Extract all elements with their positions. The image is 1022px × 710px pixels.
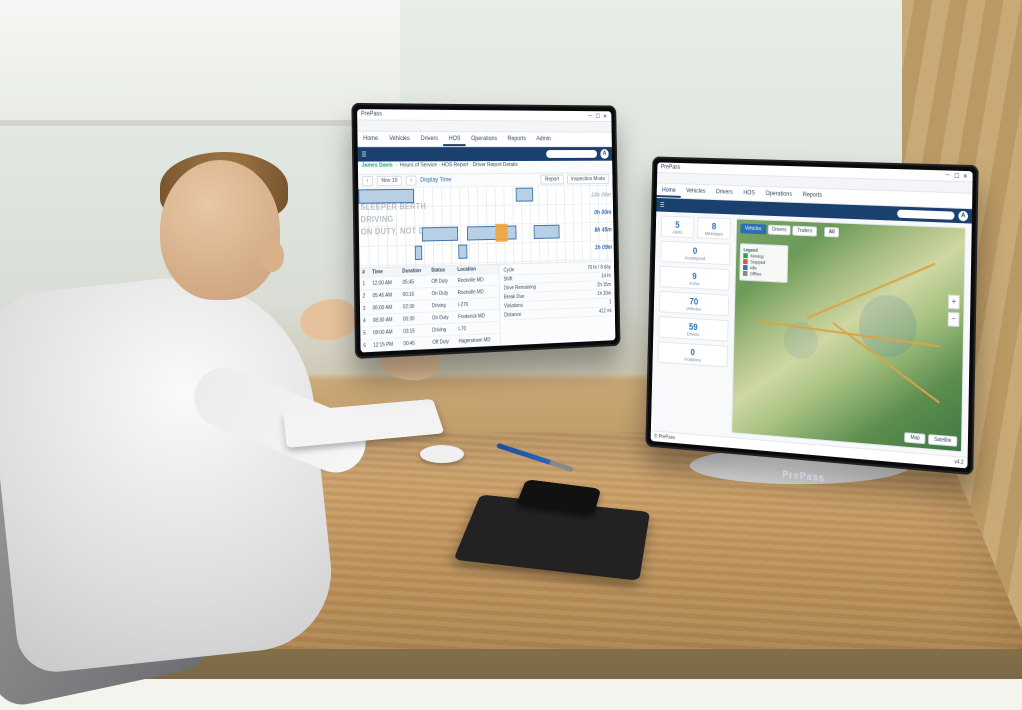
mouse: [420, 445, 465, 463]
stat-card[interactable]: 70Vehicles: [659, 291, 729, 316]
maximize-icon: ☐: [954, 173, 960, 179]
stat-card[interactable]: 9Active: [660, 266, 730, 291]
search-input[interactable]: [546, 150, 597, 158]
person: [0, 120, 340, 680]
events-table[interactable]: #TimeDurationStatusLocation112:00 AM05:4…: [359, 265, 500, 353]
tab-reports[interactable]: Reports: [502, 134, 531, 146]
map-panel[interactable]: VehiclesDriversTrailers All Legend Moving…: [731, 218, 966, 452]
dashboard-body: 5Alerts8Messages0Unassigned9Active70Vehi…: [651, 211, 972, 457]
hos-total: 0h 00m: [581, 204, 611, 222]
inspection-button[interactable]: Inspection Mode: [567, 174, 610, 184]
prev-day-button[interactable]: ‹: [362, 176, 373, 186]
stat-card[interactable]: 0Unassigned: [660, 241, 730, 266]
hos-bars: [358, 185, 580, 268]
tab-admin[interactable]: Admin: [531, 134, 556, 146]
window-frame: [0, 0, 400, 126]
browser-address-bar[interactable]: [357, 120, 611, 132]
stat-card[interactable]: 0Violations: [658, 341, 728, 367]
footer-version: v4.2: [954, 459, 963, 466]
tab-hos[interactable]: HOS: [738, 188, 760, 201]
tab-home[interactable]: Home: [657, 185, 681, 197]
map-filter-all[interactable]: All: [824, 227, 839, 238]
zoom-out-button[interactable]: −: [948, 312, 960, 327]
map-tab-drivers[interactable]: Drivers: [768, 225, 791, 236]
map-view-button[interactable]: Map: [905, 432, 926, 444]
stat-card[interactable]: 8Messages: [697, 217, 731, 240]
tab-hos[interactable]: HOS: [443, 134, 466, 146]
maximize-icon: ☐: [595, 113, 600, 119]
events-panel: #TimeDurationStatusLocation112:00 AM05:4…: [359, 260, 615, 352]
hos-app: PrePass ─☐✕ HomeVehiclesDriversHOSOperat…: [357, 109, 615, 352]
close-icon: ✕: [603, 113, 608, 119]
breadcrumb-driver[interactable]: James Davis: [362, 162, 393, 168]
display-mode[interactable]: Display Time: [420, 177, 451, 183]
hos-total: 1h 09m: [582, 239, 612, 257]
app-title: PrePass: [361, 111, 382, 117]
map-legend: Legend MovingStoppedIdleOffline: [739, 243, 788, 283]
app-header-bar: ☰ A: [358, 147, 612, 161]
minimize-icon: ─: [588, 113, 593, 119]
footer-copyright: © PrePass: [654, 433, 675, 441]
app-title: PrePass: [661, 164, 681, 170]
window-controls[interactable]: ─☐✕: [588, 113, 608, 119]
tab-operations[interactable]: Operations: [466, 134, 503, 146]
breadcrumb-path: Hours of Service · HOS Report · Driver R…: [400, 162, 518, 169]
stat-card[interactable]: 5Alerts: [661, 216, 694, 239]
window-controls[interactable]: ─☐✕: [946, 172, 969, 179]
tab-drivers[interactable]: Drivers: [711, 187, 739, 200]
zoom-in-button[interactable]: +: [948, 294, 960, 309]
hos-chart: OFF DUTYSLEEPER BERTHDRIVINGON DUTY, NOT…: [358, 185, 614, 268]
tab-home[interactable]: Home: [357, 134, 383, 146]
menu-icon[interactable]: ☰: [660, 201, 665, 208]
date-label[interactable]: Nov 19: [377, 176, 403, 186]
fleet-dashboard-app: PrePass ─☐✕ HomeVehiclesDriversHOSOperat…: [651, 162, 973, 468]
hos-total: 8h 45m: [581, 222, 611, 240]
hos-total: 14h 06m: [581, 187, 611, 205]
report-button[interactable]: Report: [541, 175, 564, 185]
summary-panel: Cycle70 hr / 8 dayShift14 hrDrive Remain…: [499, 261, 615, 345]
next-day-button[interactable]: ›: [406, 176, 417, 186]
close-icon: ✕: [963, 173, 969, 179]
left-monitor: PrePass ─☐✕ HomeVehiclesDriversHOSOperat…: [351, 103, 620, 359]
nav-tabs[interactable]: HomeVehiclesDriversHOSOperationsReportsA…: [357, 132, 611, 147]
col-header[interactable]: #: [359, 268, 369, 277]
map-tab-trailers[interactable]: Trailers: [793, 226, 817, 237]
stat-card[interactable]: 59Drivers: [658, 316, 728, 342]
minimize-icon: ─: [946, 172, 952, 178]
stat-cards: 5Alerts8Messages0Unassigned9Active70Vehi…: [656, 216, 731, 433]
tab-reports[interactable]: Reports: [797, 190, 827, 203]
right-monitor: PrePass ─☐✕ HomeVehiclesDriversHOSOperat…: [645, 156, 978, 475]
user-avatar[interactable]: A: [958, 211, 968, 222]
menu-icon[interactable]: ☰: [361, 151, 366, 158]
tab-vehicles[interactable]: Vehicles: [681, 186, 711, 199]
map-tab-vehicles[interactable]: Vehicles: [740, 224, 766, 235]
tab-operations[interactable]: Operations: [760, 189, 797, 202]
legend-row: Offline: [743, 271, 784, 278]
user-avatar[interactable]: A: [600, 149, 609, 159]
tab-drivers[interactable]: Drivers: [415, 134, 443, 146]
tab-vehicles[interactable]: Vehicles: [384, 134, 416, 146]
search-input[interactable]: [897, 210, 954, 220]
map-zoom-controls[interactable]: + −: [948, 294, 960, 330]
